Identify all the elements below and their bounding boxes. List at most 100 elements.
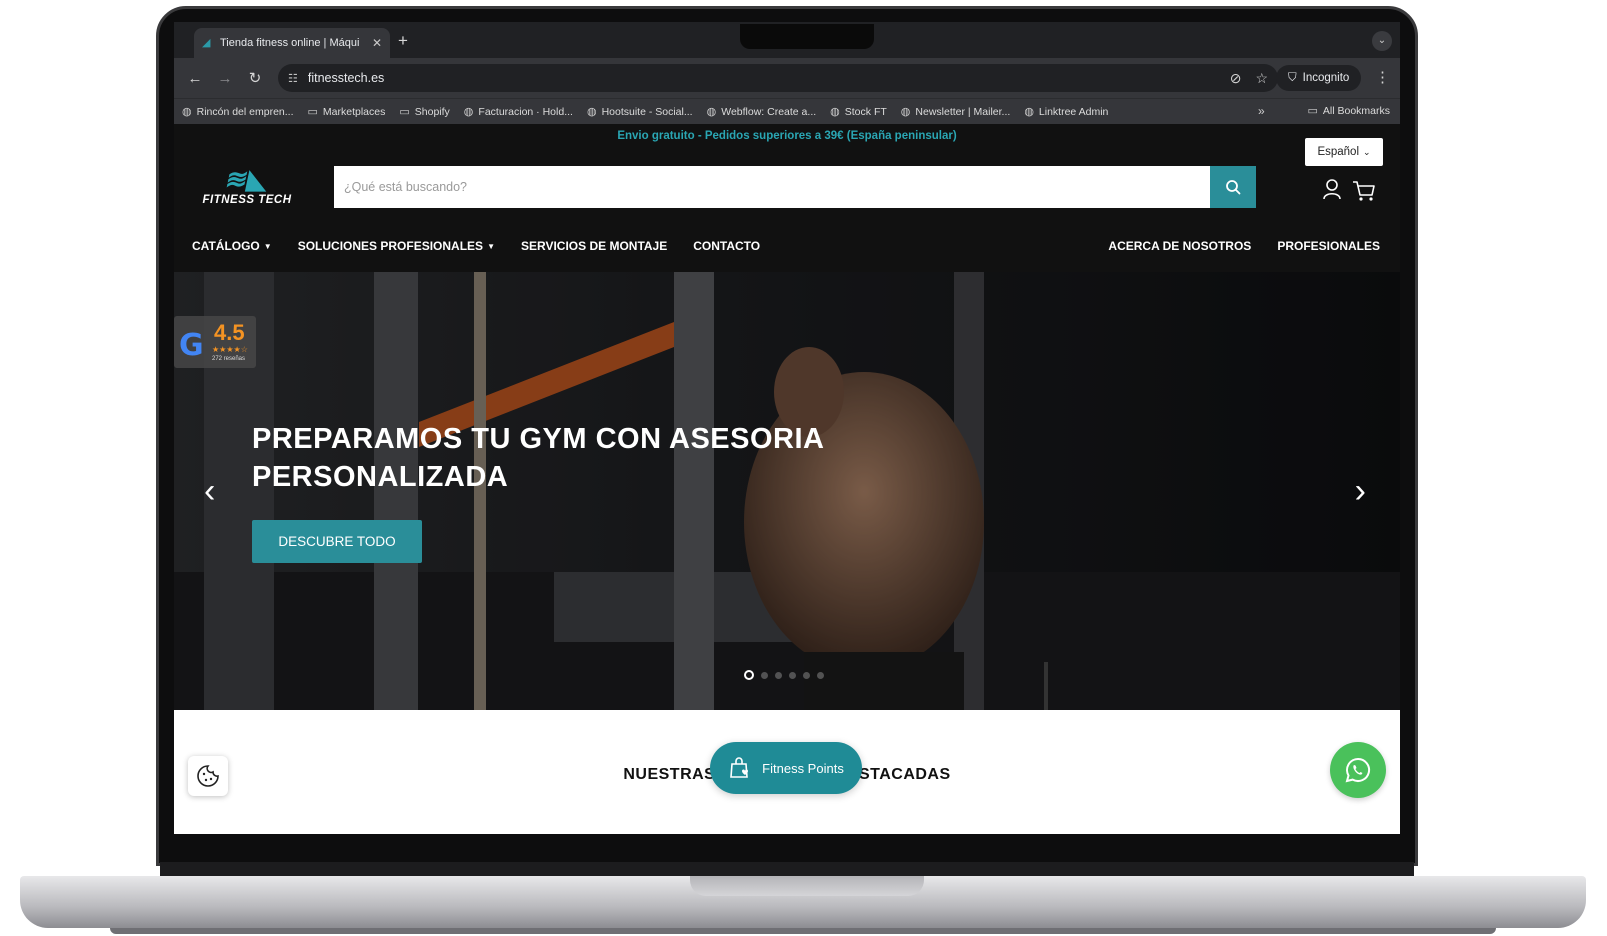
shopping-bag-heart-icon bbox=[730, 757, 749, 778]
camera-notch bbox=[740, 24, 874, 49]
google-rating-badge[interactable]: G 4.5 ★★★★☆ 272 reseñas bbox=[174, 316, 256, 368]
laptop-groove bbox=[690, 876, 924, 896]
slider-dot[interactable] bbox=[803, 671, 810, 679]
incognito-icon: ⛉ bbox=[1288, 71, 1297, 84]
bookmark-item[interactable]: ◍ Webflow: Create a... bbox=[706, 105, 817, 119]
globe-icon: ◍ bbox=[830, 106, 840, 118]
browser-tab[interactable]: ◢ Tienda fitness online | Máqui ✕ bbox=[194, 28, 390, 58]
eagle-logo-icon: ≋◣ bbox=[222, 164, 272, 194]
nav-profesionales[interactable]: PROFESIONALES bbox=[1277, 239, 1380, 253]
nav-label: SOLUCIONES PROFESIONALES bbox=[297, 239, 484, 253]
all-bookmarks-folder[interactable]: ▭ All Bookmarks bbox=[1307, 104, 1390, 118]
bookmark-item[interactable]: ◍ Linktree Admin bbox=[1024, 105, 1109, 119]
chevron-down-icon: ⌄ bbox=[1363, 146, 1371, 157]
slider-prev-icon[interactable]: ‹ bbox=[204, 472, 215, 511]
bookmark-folder[interactable]: ▭ Marketplaces bbox=[307, 105, 386, 119]
globe-icon: ◍ bbox=[182, 106, 192, 118]
shipping-announcement: Envio gratuito - Pedidos superiores a 39… bbox=[617, 130, 957, 142]
site-logo[interactable]: ≋◣ FITNESS TECH bbox=[202, 164, 292, 214]
slider-dot[interactable] bbox=[817, 671, 824, 679]
bookmark-item[interactable]: ◍ Newsletter | Mailer... bbox=[900, 105, 1011, 119]
language-selector[interactable]: Español ⌄ bbox=[1305, 138, 1383, 166]
folder-icon: ▭ bbox=[1307, 105, 1318, 117]
fitness-points-button[interactable]: Fitness Points bbox=[710, 742, 862, 794]
nav-catalogo[interactable]: CATÁLOGO ▼ bbox=[192, 239, 272, 253]
bookmark-folder[interactable]: ▭ Shopify bbox=[399, 105, 450, 119]
main-navigation: CATÁLOGO ▼ SOLUCIONES PROFESIONALES ▼ SERV… bbox=[192, 232, 1382, 260]
close-tab-icon[interactable]: ✕ bbox=[372, 36, 382, 50]
url-text: fitnesstech.es bbox=[307, 71, 385, 85]
rating-stars: ★★★★☆ bbox=[212, 345, 248, 354]
search-icon bbox=[1226, 180, 1241, 195]
tab-title: Tienda fitness online | Máqui bbox=[220, 37, 360, 49]
rating-value: 4.5 bbox=[214, 320, 245, 345]
reload-icon[interactable]: ↻ bbox=[240, 69, 270, 87]
website: Envio gratuito - Pedidos superiores a 39… bbox=[174, 124, 1400, 834]
nav-servicios-montaje[interactable]: SERVICIOS DE MONTAJE bbox=[521, 239, 667, 253]
language-label: Español bbox=[1317, 146, 1359, 158]
forward-icon[interactable]: → bbox=[210, 70, 240, 87]
chevron-down-icon: ▼ bbox=[487, 241, 495, 251]
nav-label: SERVICIOS DE MONTAJE bbox=[520, 239, 668, 253]
whatsapp-chat-button[interactable] bbox=[1330, 742, 1386, 798]
folder-icon: ▭ bbox=[399, 106, 410, 118]
incognito-badge[interactable]: ⛉ Incognito bbox=[1276, 65, 1362, 91]
bookmark-label: Webflow: Create a... bbox=[721, 105, 817, 118]
site-favicon-icon: ◢ bbox=[202, 36, 211, 49]
nav-label: CATÁLOGO bbox=[192, 239, 260, 253]
bookmark-label: Newsletter | Mailer... bbox=[915, 105, 1011, 118]
slider-dots bbox=[744, 670, 824, 680]
account-icon[interactable] bbox=[1322, 178, 1342, 205]
cookie-settings-button[interactable] bbox=[188, 756, 228, 796]
all-bookmarks-label: All Bookmarks bbox=[1322, 104, 1390, 117]
bookmark-label: Linktree Admin bbox=[1038, 105, 1109, 118]
google-g-icon: G bbox=[179, 328, 204, 363]
bookmark-label: Hootsuite - Social... bbox=[601, 105, 693, 118]
laptop-base-shadow bbox=[110, 928, 1496, 934]
nav-contacto[interactable]: CONTACTO bbox=[693, 239, 760, 253]
logo-text: FITNESS TECH bbox=[202, 194, 292, 206]
search-box bbox=[334, 166, 1210, 208]
globe-icon: ◍ bbox=[900, 106, 911, 118]
bookmarks-bar: ◍ Rincón del empren... ▭ Marketplaces ▭ Sho… bbox=[174, 98, 1400, 124]
site-info-icon[interactable]: ☷ bbox=[288, 72, 298, 85]
search-input[interactable] bbox=[334, 166, 1210, 208]
bookmark-label: Marketplaces bbox=[322, 105, 386, 118]
bookmark-star-icon[interactable]: ☆ bbox=[1255, 70, 1268, 87]
hero-slider: G 4.5 ★★★★☆ 272 reseñas PREPARAMOS TU GY… bbox=[174, 272, 1400, 710]
slider-dot[interactable] bbox=[775, 671, 782, 679]
nav-right-group: ACERCA DE NOSOTROS PROFESIONALES bbox=[1108, 239, 1380, 253]
slider-dot[interactable] bbox=[761, 671, 768, 679]
more-bookmarks-icon[interactable]: » bbox=[1258, 104, 1265, 118]
search-button[interactable] bbox=[1210, 166, 1256, 208]
slider-dot[interactable] bbox=[789, 671, 796, 679]
bookmark-item[interactable]: ◍ Facturacion · Hold... bbox=[464, 105, 573, 119]
browser-menu-icon[interactable]: ⋮ bbox=[1375, 68, 1390, 86]
bookmark-label: Facturacion · Hold... bbox=[478, 105, 573, 118]
folder-icon: ▭ bbox=[307, 106, 318, 118]
bookmark-item[interactable]: ◍ Rincón del empren... bbox=[182, 105, 294, 119]
browser-toolbar: ← → ↻ ☷ fitnesstech.es ⊘ ☆ ⛉ Incognito ⋮ bbox=[174, 58, 1400, 98]
hero-cta-button[interactable]: DESCUBRE TODO bbox=[252, 520, 422, 563]
nav-acerca-de-nosotros[interactable]: ACERCA DE NOSOTROS bbox=[1108, 239, 1251, 253]
bookmark-item[interactable]: ◍ Stock FT bbox=[830, 105, 887, 119]
bookmark-item[interactable]: ◍ Hootsuite - Social... bbox=[587, 105, 693, 119]
browser-window: ◢ Tienda fitness online | Máqui ✕ + ⌄ ← … bbox=[174, 22, 1400, 834]
slider-dot[interactable] bbox=[744, 670, 754, 680]
address-bar[interactable]: ☷ fitnesstech.es ⊘ ☆ bbox=[278, 64, 1278, 92]
globe-icon: ◍ bbox=[1024, 106, 1034, 118]
eye-off-icon[interactable]: ⊘ bbox=[1230, 70, 1242, 87]
bookmark-label: Shopify bbox=[414, 105, 450, 118]
rating-count: 272 reseñas bbox=[212, 356, 246, 362]
cart-icon[interactable] bbox=[1352, 180, 1376, 207]
globe-icon: ◍ bbox=[706, 106, 717, 118]
nav-soluciones-profesionales[interactable]: SOLUCIONES PROFESIONALES ▼ bbox=[298, 239, 495, 253]
new-tab-icon[interactable]: + bbox=[398, 31, 408, 51]
back-icon[interactable]: ← bbox=[180, 70, 210, 87]
bookmark-label: Stock FT bbox=[844, 105, 887, 118]
slider-next-icon[interactable]: › bbox=[1355, 472, 1366, 511]
whatsapp-icon bbox=[1345, 757, 1370, 783]
tab-search-icon[interactable]: ⌄ bbox=[1372, 31, 1392, 51]
hero-title: PREPARAMOS TU GYM CON ASESORIA PERSONALI… bbox=[252, 423, 824, 493]
chevron-down-icon: ▼ bbox=[263, 241, 272, 251]
